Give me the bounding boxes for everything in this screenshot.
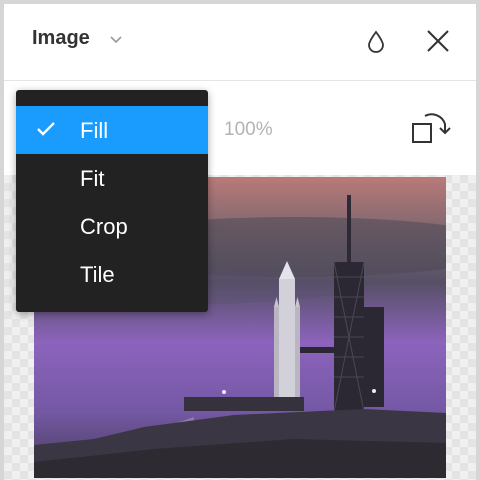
close-icon[interactable] xyxy=(424,27,452,55)
rotate-icon[interactable] xyxy=(409,110,455,150)
dropdown-item-label: Tile xyxy=(80,262,115,287)
chevron-down-icon[interactable] xyxy=(108,31,124,47)
dropdown-item-crop[interactable]: Crop xyxy=(16,202,208,250)
opacity-value[interactable]: 100% xyxy=(224,119,273,141)
dropdown-item-label: Fit xyxy=(80,166,105,191)
dropdown-item-label: Crop xyxy=(80,214,128,239)
drop-icon[interactable] xyxy=(363,28,389,54)
dropdown-item-fit[interactable]: Fit xyxy=(16,154,208,202)
dropdown-item-tile[interactable]: Tile xyxy=(16,250,208,298)
image-fill-panel: Image 100% Fill Fit Crop Tile xyxy=(4,4,476,480)
dropdown-item-fill[interactable]: Fill xyxy=(16,106,208,154)
image-type-title[interactable]: Image xyxy=(32,27,90,50)
panel-header: Image xyxy=(4,4,476,81)
dropdown-item-label: Fill xyxy=(80,118,109,143)
checkmark-icon xyxy=(37,122,55,136)
fill-mode-dropdown: Fill Fit Crop Tile xyxy=(16,90,208,312)
